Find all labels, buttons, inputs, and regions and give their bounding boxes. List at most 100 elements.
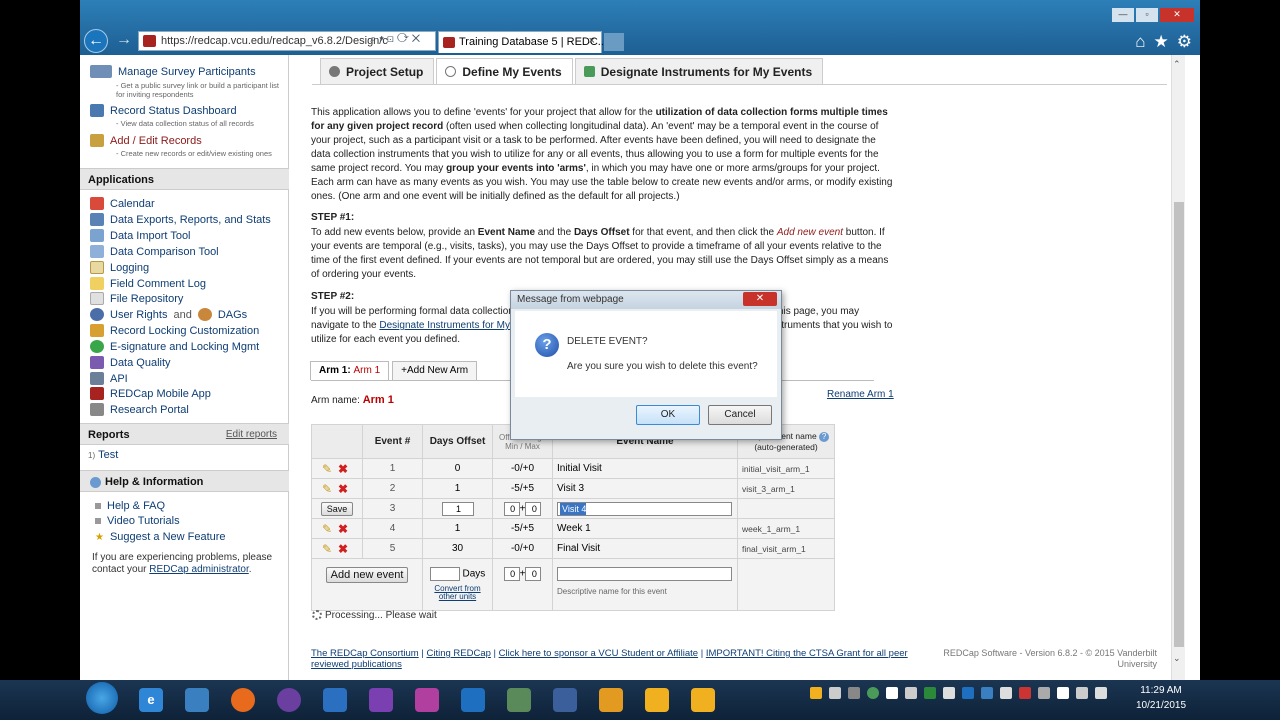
new-tab-button[interactable] xyxy=(604,33,624,51)
taskbar-camtasia-recorder-icon[interactable] xyxy=(680,680,726,720)
sidebar-item-research-portal[interactable]: Research Portal xyxy=(90,403,189,416)
edit-reports-link[interactable]: Edit reports xyxy=(226,429,277,440)
taskbar-ie-icon[interactable]: e xyxy=(128,680,174,720)
dags-link[interactable]: DAGs xyxy=(218,309,247,321)
clock[interactable]: 11:29 AM 10/21/2015 xyxy=(1130,683,1192,713)
convert-units-link[interactable]: Convert from other units xyxy=(427,585,488,601)
tab-define-my-events[interactable]: Define My Events xyxy=(436,58,573,84)
delete-icon[interactable]: ✖ xyxy=(338,542,348,556)
taskbar-camtasia-icon[interactable] xyxy=(634,680,680,720)
admin-link[interactable]: REDCap administrator xyxy=(149,564,248,575)
minimize-icon[interactable]: — xyxy=(1112,8,1134,22)
sidebar-item-data-comparison[interactable]: Data Comparison Tool xyxy=(90,245,219,258)
tray-display-icon[interactable] xyxy=(1038,687,1050,699)
delete-icon[interactable]: ✖ xyxy=(338,522,348,536)
sidebar-item-record-locking[interactable]: Record Locking Customization xyxy=(90,324,259,337)
event-name-input[interactable]: Visit 4 xyxy=(557,501,732,516)
ok-button[interactable]: OK xyxy=(636,405,700,425)
new-offset-min-input[interactable]: 0 xyxy=(503,567,520,581)
report-item-test[interactable]: 1) Test xyxy=(88,449,118,461)
tray-pen-icon[interactable] xyxy=(829,687,841,699)
window-close-icon[interactable]: ✕ xyxy=(1160,8,1194,22)
taskbar-onenote-icon[interactable] xyxy=(404,680,450,720)
add-new-arm-tab[interactable]: +Add New Arm xyxy=(392,361,478,380)
tray-app-icon[interactable] xyxy=(810,687,822,699)
pencil-icon[interactable]: ✎ xyxy=(322,483,334,495)
help-item-videos[interactable]: Video Tutorials xyxy=(95,515,180,527)
start-button[interactable] xyxy=(86,682,118,714)
back-button[interactable]: ← xyxy=(84,29,108,53)
tab-designate-instruments[interactable]: Designate Instruments for My Events xyxy=(574,58,824,84)
sidebar-item-manage-survey[interactable]: Manage Survey Participants xyxy=(90,65,256,78)
tray-outlook-icon[interactable] xyxy=(962,687,974,699)
taskbar-vscode-icon[interactable] xyxy=(312,680,358,720)
tray-cloud-icon[interactable] xyxy=(886,687,898,699)
help-item-faq[interactable]: Help & FAQ xyxy=(95,500,165,512)
rename-arm-link[interactable]: Rename Arm 1 xyxy=(827,389,894,400)
forward-button[interactable]: → xyxy=(112,29,136,53)
add-new-event-button[interactable]: Add new event xyxy=(325,567,409,583)
taskbar-firefox-icon[interactable] xyxy=(220,680,266,720)
pencil-icon[interactable]: ✎ xyxy=(322,463,334,475)
sidebar-item-file-repository[interactable]: File Repository xyxy=(90,292,183,305)
cancel-button[interactable]: Cancel xyxy=(708,405,772,425)
pencil-icon[interactable]: ✎ xyxy=(322,543,334,555)
browser-tab[interactable]: Training Database 5 | REDC... × xyxy=(438,31,607,53)
home-icon[interactable]: ⌂ xyxy=(1135,32,1145,52)
tray-sync-icon[interactable] xyxy=(905,687,917,699)
tab-close-icon[interactable]: × xyxy=(589,35,595,47)
new-event-name-input[interactable] xyxy=(557,567,732,581)
pencil-icon[interactable]: ✎ xyxy=(322,523,334,535)
delete-icon[interactable]: ✖ xyxy=(338,462,348,476)
sidebar-item-esignature[interactable]: E-signature and Locking Mgmt xyxy=(90,340,259,353)
tray-skype-icon[interactable] xyxy=(981,687,993,699)
new-offset-max-input[interactable]: 0 xyxy=(525,567,542,581)
footer-link-sponsor[interactable]: Click here to sponsor a VCU Student or A… xyxy=(499,648,698,659)
sidebar-item-data-import[interactable]: Data Import Tool xyxy=(90,229,191,242)
sidebar-item-user-rights[interactable]: User Rights and DAGs xyxy=(90,308,247,321)
taskbar-app-icon[interactable] xyxy=(588,680,634,720)
tray-tool-icon[interactable] xyxy=(848,687,860,699)
sidebar-item-mobile-app[interactable]: REDCap Mobile App xyxy=(90,387,211,400)
tray-power-icon[interactable] xyxy=(1076,687,1088,699)
sidebar-item-data-quality[interactable]: Data Quality xyxy=(90,356,171,369)
offset-min-input[interactable]: 0 xyxy=(503,501,520,516)
new-days-input[interactable] xyxy=(429,567,460,581)
taskbar-outlook-icon[interactable] xyxy=(450,680,496,720)
save-button[interactable]: Save xyxy=(320,501,354,516)
sidebar-item-data-exports[interactable]: Data Exports, Reports, and Stats xyxy=(90,213,271,226)
favorites-star-icon[interactable]: ★ xyxy=(1154,32,1169,52)
tray-network-icon[interactable] xyxy=(867,687,879,699)
maximize-icon[interactable]: ▫ xyxy=(1136,8,1158,22)
settings-gear-icon[interactable]: ⚙ xyxy=(1177,32,1192,52)
help-item-suggest[interactable]: ★ Suggest a New Feature xyxy=(95,531,226,543)
footer-link-citing[interactable]: Citing REDCap xyxy=(426,648,490,659)
volume-icon[interactable] xyxy=(1095,687,1107,699)
scroll-up-icon[interactable]: ⌃ xyxy=(1173,59,1181,70)
tray-shield-icon[interactable] xyxy=(1000,687,1012,699)
help-info-icon[interactable]: ? xyxy=(819,432,830,442)
tray-drive-icon[interactable] xyxy=(943,687,955,699)
scroll-thumb[interactable] xyxy=(1174,202,1184,647)
taskbar-github-icon[interactable] xyxy=(266,680,312,720)
sidebar-item-calendar[interactable]: Calendar xyxy=(90,197,155,210)
sidebar-item-record-status[interactable]: Record Status Dashboard xyxy=(90,104,237,117)
sidebar-item-add-edit-records[interactable]: Add / Edit Records xyxy=(90,134,202,147)
taskbar-document-icon[interactable] xyxy=(542,680,588,720)
taskbar-visualstudio-icon[interactable] xyxy=(358,680,404,720)
sidebar-item-field-comment-log[interactable]: Field Comment Log xyxy=(90,277,206,290)
address-tools-icons[interactable]: ⌕ ▾ ⊡ ⟳ ✕ xyxy=(370,33,420,46)
sidebar-item-logging[interactable]: Logging xyxy=(90,261,149,274)
tray-green-icon[interactable] xyxy=(924,687,936,699)
taskbar-snipping-icon[interactable] xyxy=(496,680,542,720)
delete-icon[interactable]: ✖ xyxy=(338,482,348,496)
days-offset-input[interactable]: 1 xyxy=(441,501,474,516)
tab-arm-1[interactable]: Arm 1: Arm 1 xyxy=(310,361,390,380)
dialog-close-icon[interactable]: ✕ xyxy=(743,292,777,306)
offset-max-input[interactable]: 0 xyxy=(525,501,542,516)
tab-project-setup[interactable]: Project Setup xyxy=(320,58,435,84)
vertical-scrollbar[interactable]: ⌃ ⌄ xyxy=(1171,55,1185,680)
sidebar-item-api[interactable]: API xyxy=(90,372,128,385)
taskbar-remote-icon[interactable] xyxy=(174,680,220,720)
scroll-down-icon[interactable]: ⌄ xyxy=(1173,653,1181,664)
